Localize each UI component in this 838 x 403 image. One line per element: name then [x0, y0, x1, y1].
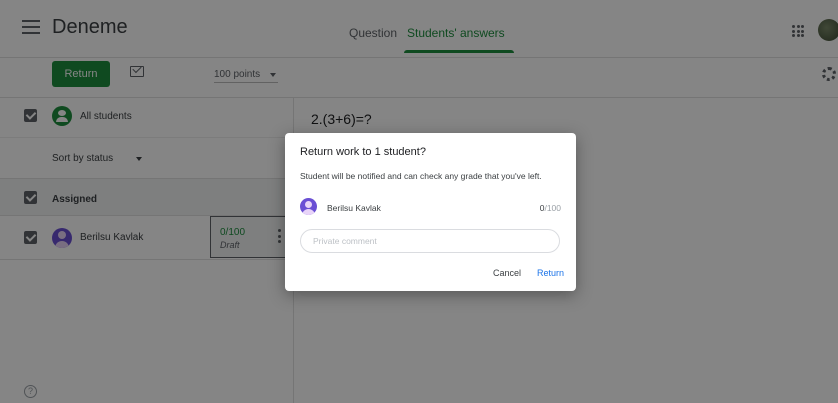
- cancel-button[interactable]: Cancel: [493, 268, 521, 278]
- dialog-body: Student will be notified and can check a…: [300, 171, 542, 181]
- return-dialog: Return work to 1 student? Student will b…: [285, 133, 576, 291]
- dialog-student-name: Berilsu Kavlak: [327, 203, 381, 213]
- dialog-return-button[interactable]: Return: [537, 268, 564, 278]
- dialog-title: Return work to 1 student?: [300, 146, 426, 158]
- private-comment-input[interactable]: [300, 229, 560, 253]
- dialog-student-avatar: [300, 198, 317, 215]
- dialog-grade-total: /100: [544, 203, 561, 213]
- dialog-grade: 0/100: [540, 203, 561, 213]
